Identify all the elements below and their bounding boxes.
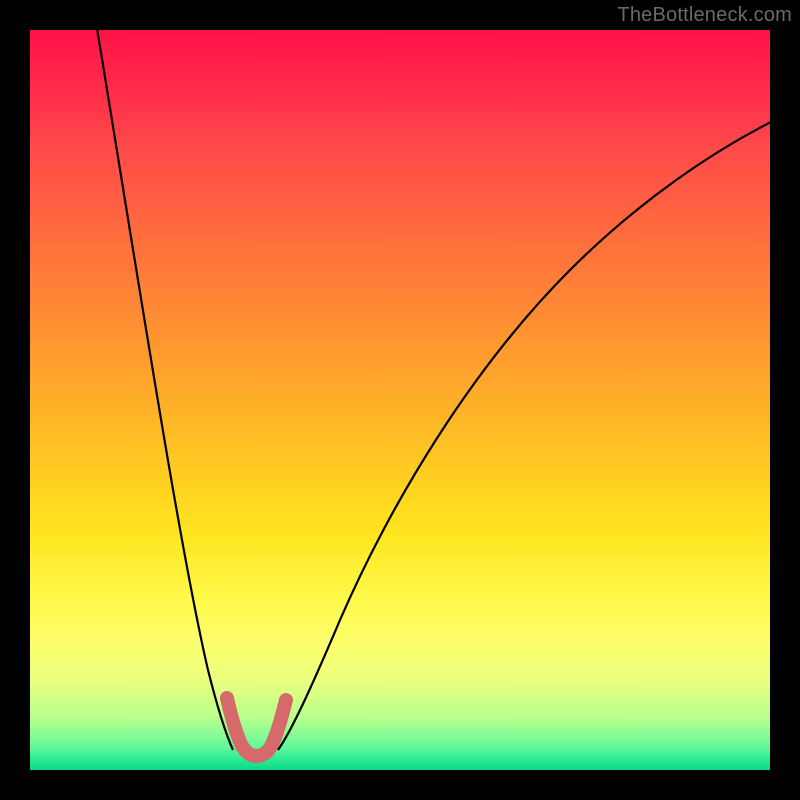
- curve-right-ascent: [278, 120, 770, 750]
- chart-frame: [30, 30, 770, 770]
- chart-svg: [30, 30, 770, 770]
- curve-left-descent: [94, 30, 233, 750]
- watermark-text: TheBottleneck.com: [617, 4, 792, 27]
- curve-valley-highlight: [227, 698, 286, 756]
